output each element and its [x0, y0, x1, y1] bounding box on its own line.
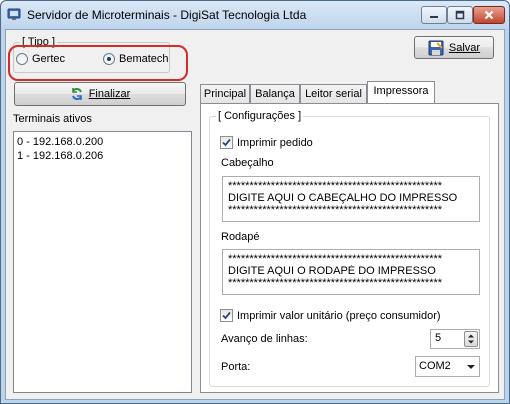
impressora-panel: [ Configurações ] Imprimir pedido Cabeça… — [200, 103, 499, 393]
avanco-value: 5 — [435, 332, 442, 344]
cabecalho-label: Cabeçalho — [221, 157, 274, 169]
minimize-icon — [422, 7, 446, 23]
list-item[interactable]: 1 - 192.168.0.206 — [14, 149, 191, 163]
rodape-line-3: ****************************************… — [228, 277, 443, 289]
app-icon — [7, 8, 21, 20]
porta-select[interactable]: COM2 — [415, 356, 480, 377]
tab-balanca[interactable]: Balança — [250, 84, 300, 104]
tab-impressora[interactable]: Impressora — [367, 81, 435, 103]
close-button[interactable] — [473, 6, 505, 24]
title-bar[interactable]: Servidor de Microterminais - DigiSat Tec… — [1, 1, 509, 29]
imprimir-pedido-checkbox[interactable]: Imprimir pedido — [220, 136, 313, 149]
cabecalho-textarea[interactable]: ****************************************… — [222, 176, 480, 222]
client-area: [ Tipo ] Gertec Bematech Salvar Finaliza… — [5, 29, 505, 400]
tab-balanca-label: Balança — [255, 88, 295, 100]
app-window: Servidor de Microterminais - DigiSat Tec… — [0, 0, 510, 404]
tab-principal-label: Principal — [203, 88, 247, 100]
rodape-line-2: DIGITE AQUI O RODAPÉ DO IMPRESSO — [228, 265, 436, 277]
cabecalho-line-3: ****************************************… — [228, 204, 443, 216]
imprimir-valor-label: Imprimir valor unitário (preço consumido… — [237, 309, 441, 322]
finalizar-button[interactable]: Finalizar — [14, 82, 186, 106]
save-button[interactable]: Salvar — [414, 36, 494, 59]
refresh-icon — [71, 88, 82, 100]
checkmark-icon — [222, 138, 231, 147]
minimize-button[interactable] — [421, 6, 447, 24]
finalizar-highlight-annotation — [8, 45, 188, 81]
save-icon — [428, 40, 444, 55]
maximize-button[interactable] — [447, 6, 473, 24]
rodape-textarea[interactable]: ****************************************… — [222, 249, 480, 295]
close-icon — [474, 7, 504, 23]
cabecalho-line-1: ****************************************… — [228, 180, 443, 192]
imprimir-pedido-box — [220, 136, 233, 149]
configuracoes-group-label: [ Configurações ] — [216, 110, 304, 122]
maximize-icon — [448, 7, 472, 23]
spin-arrows-icon — [468, 334, 474, 344]
imprimir-valor-checkbox[interactable]: Imprimir valor unitário (preço consumido… — [220, 309, 441, 322]
finalizar-button-label: Finalizar — [88, 88, 131, 100]
list-item[interactable]: 0 - 192.168.0.200 — [14, 135, 191, 149]
terminais-label: Terminais ativos — [13, 113, 92, 125]
terminais-list[interactable]: 0 - 192.168.0.200 1 - 192.168.0.206 — [13, 131, 192, 393]
checkmark-icon — [222, 311, 231, 320]
window-title: Servidor de Microterminais - DigiSat Tec… — [27, 8, 307, 22]
porta-value: COM2 — [419, 360, 451, 372]
porta-label: Porta: — [221, 361, 251, 373]
cabecalho-line-2: DIGITE AQUI O CABEÇALHO DO IMPRESSO — [228, 192, 458, 204]
save-button-label: Salvar — [448, 41, 481, 54]
tab-impressora-label: Impressora — [373, 85, 429, 97]
avanco-spinner[interactable]: 5 — [430, 329, 480, 349]
rodape-line-1: ****************************************… — [228, 253, 443, 265]
tab-leitor-serial-label: Leitor serial — [305, 88, 362, 100]
rodape-label: Rodapé — [221, 231, 260, 243]
tab-principal[interactable]: Principal — [200, 84, 250, 104]
tab-leitor-serial[interactable]: Leitor serial — [300, 84, 367, 104]
avanco-label: Avanço de linhas: — [221, 333, 308, 345]
chevron-down-icon — [467, 365, 475, 369]
imprimir-pedido-label: Imprimir pedido — [237, 136, 313, 149]
imprimir-valor-box — [220, 309, 233, 322]
spin-buttons[interactable] — [464, 331, 478, 347]
